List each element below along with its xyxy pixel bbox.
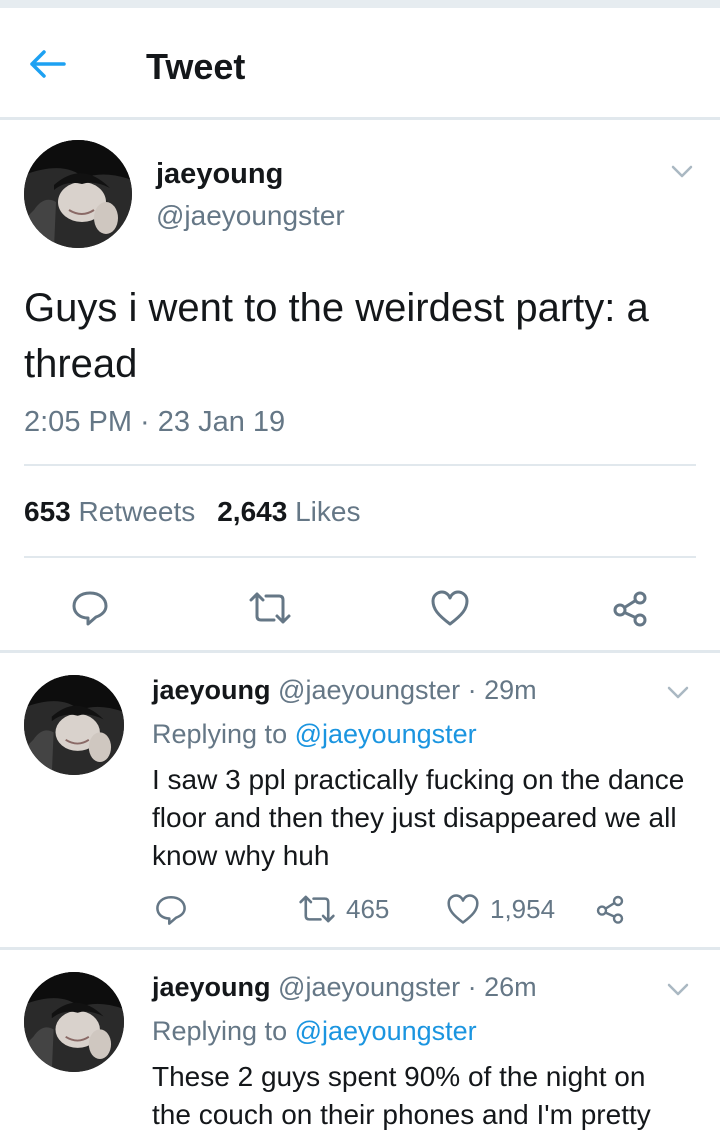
author-name[interactable]: jaeyoung [156, 158, 283, 191]
avatar[interactable] [24, 675, 124, 775]
replying-to: Replying to @jaeyoungster [152, 719, 477, 749]
retweets-stat[interactable]: 653 Retweets [24, 496, 195, 527]
app-header: Tweet [0, 8, 720, 120]
tweet-text: These 2 guys spent 90% of the night on t… [152, 1061, 651, 1130]
author-handle[interactable]: @jaeyoungster [278, 675, 460, 705]
reply-bubble-icon [156, 895, 186, 925]
tweet-meta: jaeyoung @jaeyoungster · 26m [152, 972, 537, 1003]
main-tweet: jaeyoung @jaeyoungster Guys i went to th… [0, 120, 720, 652]
chevron-down-icon [667, 686, 689, 699]
retweet-icon [299, 895, 335, 923]
tweet-stats: 653 Retweets 2,643 Likes [24, 496, 360, 528]
retweet-count: 465 [346, 893, 390, 924]
avatar[interactable] [24, 140, 132, 248]
tweet-age: · 26m [467, 972, 537, 1002]
like-button[interactable]: 1,954 [446, 893, 555, 925]
reply-tweet[interactable]: jaeyoung @jaeyoungster · 29m Replying to… [0, 653, 720, 947]
reply-tweet[interactable]: jaeyoung @jaeyoungster · 26m Replying to… [0, 950, 720, 1140]
share-button[interactable] [602, 580, 658, 636]
tweet-timestamp: 2:05 PM · 23 Jan 19 [24, 406, 286, 438]
reply-button[interactable] [62, 580, 118, 636]
reply-bubble-icon [72, 591, 108, 626]
divider [24, 464, 696, 466]
like-button[interactable] [422, 580, 478, 636]
replying-to-link[interactable]: @jaeyoungster [295, 719, 477, 749]
author-name[interactable]: jaeyoung [152, 675, 271, 705]
like-count: 1,954 [490, 893, 556, 924]
heart-icon [447, 894, 479, 924]
share-icon [613, 591, 647, 627]
page-title: Tweet [146, 46, 246, 87]
heart-icon [431, 590, 469, 626]
divider [24, 556, 696, 558]
tweet-actions [0, 580, 720, 644]
tweet-text: I saw 3 ppl practically fucking on the d… [152, 764, 685, 871]
likes-stat[interactable]: 2,643 Likes [217, 496, 360, 527]
avatar[interactable] [24, 972, 124, 1072]
author-handle[interactable]: @jaeyoungster [156, 200, 345, 232]
retweet-button[interactable] [242, 580, 298, 636]
share-icon [596, 895, 624, 924]
chevron-down-icon [671, 165, 693, 178]
author-handle[interactable]: @jaeyoungster [278, 972, 460, 1002]
arrow-left-icon [30, 50, 66, 78]
chevron-down-icon [667, 983, 689, 996]
tweet-age: · 29m [467, 675, 537, 705]
tweet-menu-button[interactable] [666, 156, 698, 188]
share-button[interactable] [594, 893, 626, 925]
retweet-button[interactable]: 465 [298, 893, 389, 925]
status-strip [0, 0, 720, 8]
tweet-text: Guys i went to the weirdest party: a thr… [24, 286, 649, 386]
tweet-meta: jaeyoung @jaeyoungster · 29m [152, 675, 537, 706]
author-name[interactable]: jaeyoung [152, 972, 271, 1002]
replying-to: Replying to @jaeyoungster [152, 1016, 477, 1046]
replying-to-link[interactable]: @jaeyoungster [295, 1016, 477, 1046]
reply-button[interactable] [154, 893, 188, 927]
retweet-icon [249, 592, 291, 624]
tweet-menu-button[interactable] [662, 677, 694, 709]
back-button[interactable] [28, 42, 84, 86]
tweet-menu-button[interactable] [662, 974, 694, 1006]
